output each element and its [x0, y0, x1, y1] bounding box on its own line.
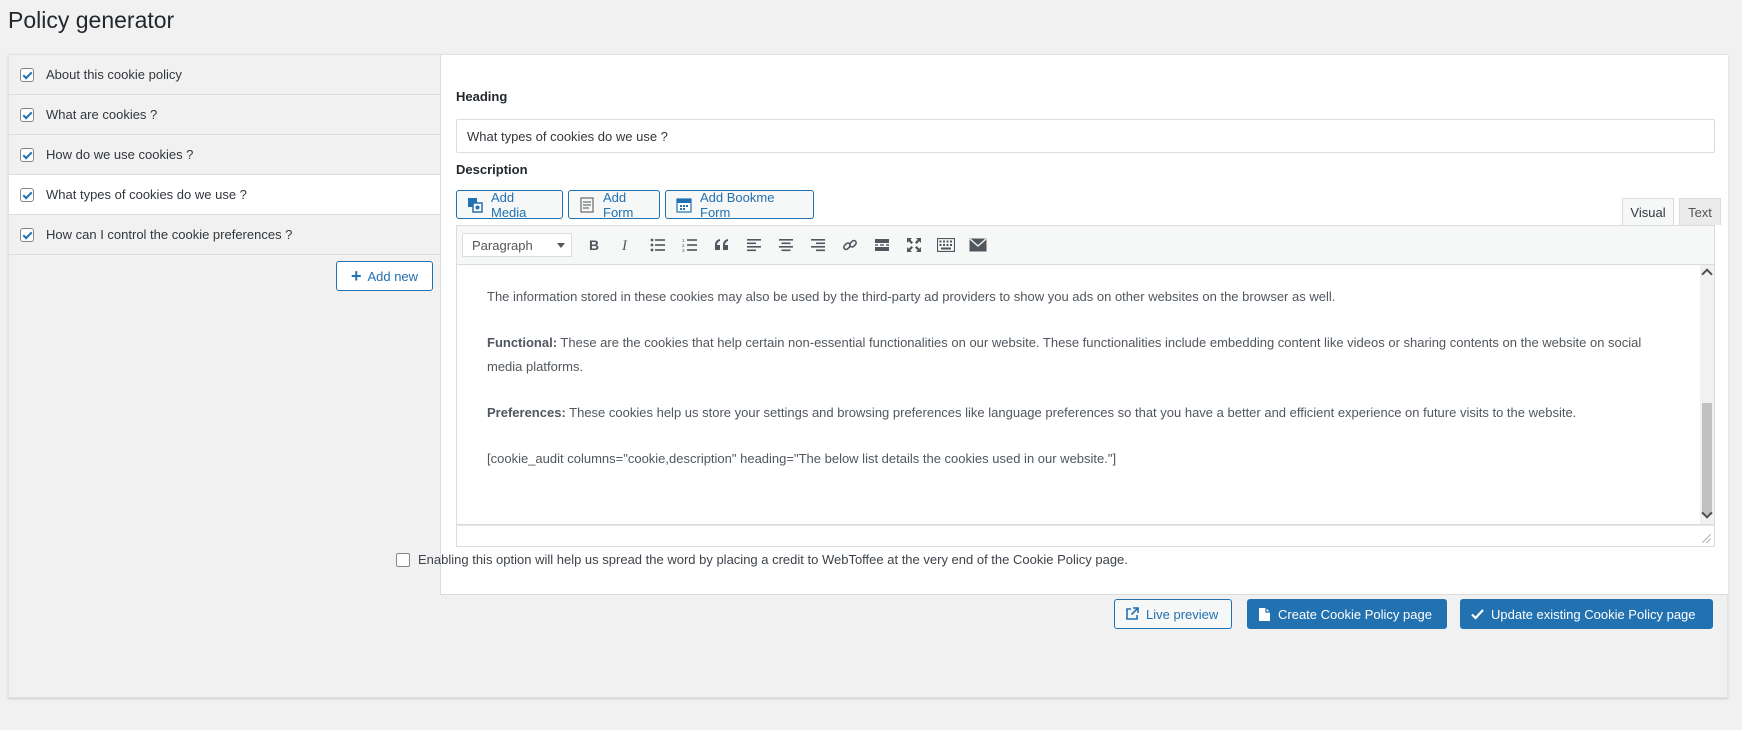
update-page-label: Update existing Cookie Policy page	[1491, 606, 1696, 622]
editor-statusbar	[456, 525, 1715, 547]
credit-checkbox[interactable]	[396, 552, 410, 567]
heading-input-value: What types of cookies do we use ?	[467, 128, 668, 144]
form-icon	[580, 196, 594, 213]
svg-text:3: 3	[682, 248, 685, 252]
format-select[interactable]: Paragraph	[462, 233, 572, 257]
align-left-icon	[747, 239, 761, 252]
live-preview-button[interactable]: Live preview	[1114, 599, 1232, 629]
align-right-button[interactable]	[802, 230, 834, 260]
update-cookie-policy-page-button[interactable]: Update existing Cookie Policy page	[1460, 599, 1713, 629]
plus-icon: +	[350, 266, 362, 286]
page-title: Policy generator	[8, 7, 175, 33]
tab-text[interactable]: Text	[1679, 198, 1721, 225]
sidebar-item-label: What types of cookies do we use ?	[46, 187, 247, 202]
toolbar-toggle-button[interactable]	[930, 230, 962, 260]
sidebar-item-label: About this cookie policy	[46, 67, 182, 82]
resize-handle-icon[interactable]	[1702, 534, 1711, 543]
align-center-button[interactable]	[770, 230, 802, 260]
add-bookme-form-button[interactable]: Add Bookme Form	[665, 189, 814, 220]
fullscreen-button[interactable]	[898, 230, 930, 260]
bullet-list-button[interactable]	[642, 230, 674, 260]
checkmark-icon	[1471, 609, 1484, 620]
align-right-icon	[811, 239, 825, 252]
scroll-up-icon[interactable]	[1701, 268, 1713, 280]
external-link-icon	[1126, 607, 1139, 620]
heading-input[interactable]: What types of cookies do we use ?	[456, 119, 1715, 153]
sidebar-item-about-cookie-policy[interactable]: About this cookie policy	[9, 55, 440, 95]
blockquote-button[interactable]	[706, 230, 738, 260]
credit-option[interactable]: Enabling this option will help us spread…	[396, 552, 1128, 567]
numbered-list-icon: 1 2 3	[682, 238, 697, 252]
scrollbar-thumb[interactable]	[1702, 403, 1712, 515]
read-more-icon	[875, 239, 889, 251]
svg-text:B: B	[589, 238, 599, 252]
editor-bold-text: Functional:	[487, 335, 558, 350]
add-new-button[interactable]: + Add new	[336, 261, 433, 291]
credit-label: Enabling this option will help us spread…	[418, 552, 1128, 567]
italic-button[interactable]: I	[610, 230, 642, 260]
editor-bold-text: Preferences:	[487, 405, 566, 420]
add-bookme-form-label: Add Bookme Form	[700, 189, 775, 220]
heading-label: Heading	[456, 89, 508, 104]
media-icon	[468, 197, 483, 213]
sidebar-item-what-types-of-cookies[interactable]: What types of cookies do we use ?	[9, 175, 440, 215]
bullet-list-icon	[650, 238, 665, 252]
editor-paragraph: Functional: These are the cookies that h…	[487, 331, 1677, 379]
italic-icon: I	[621, 238, 628, 252]
create-page-label: Create Cookie Policy page	[1278, 606, 1432, 622]
sidebar-item-label: How can I control the cookie preferences…	[46, 227, 293, 242]
fullscreen-icon	[907, 238, 921, 252]
editor-content: The information stored in these cookies …	[487, 285, 1677, 493]
insert-link-button[interactable]	[834, 230, 866, 260]
editor-toolbar: Paragraph B I 1 2 3	[456, 225, 1715, 265]
policy-generator-panel: About this cookie policy What are cookie…	[8, 54, 1728, 698]
add-media-button[interactable]: Add Media	[456, 189, 563, 220]
svg-text:I: I	[621, 238, 628, 252]
sidebar-item-how-do-we-use-cookies[interactable]: How do we use cookies ?	[9, 135, 440, 175]
calendar-icon	[676, 197, 692, 213]
align-left-button[interactable]	[738, 230, 770, 260]
section-sidebar: About this cookie policy What are cookie…	[9, 55, 440, 697]
envelope-icon	[969, 238, 987, 252]
checkbox-icon[interactable]	[20, 67, 34, 82]
sidebar-item-control-cookie-preferences[interactable]: How can I control the cookie preferences…	[9, 215, 440, 255]
quote-icon	[715, 239, 728, 250]
keyboard-icon	[937, 238, 955, 252]
sidebar-item-label: How do we use cookies ?	[46, 147, 194, 162]
editor-paragraph: The information stored in these cookies …	[487, 289, 1336, 304]
editor-text: These are the cookies that help certain …	[487, 335, 1642, 374]
align-center-icon	[779, 239, 793, 252]
bold-button[interactable]: B	[578, 230, 610, 260]
add-new-label: Add new	[367, 268, 419, 284]
editor-paragraph: [cookie_audit columns="cookie,descriptio…	[487, 451, 1117, 466]
add-media-label: Add Media	[491, 189, 527, 220]
sidebar-item-label: What are cookies ?	[46, 107, 158, 122]
checkbox-icon[interactable]	[20, 187, 34, 202]
checkbox-icon[interactable]	[20, 227, 34, 242]
live-preview-label: Live preview	[1146, 606, 1219, 622]
editor-content-area[interactable]: The information stored in these cookies …	[456, 265, 1715, 525]
chevron-down-icon	[557, 242, 565, 248]
link-icon	[843, 239, 857, 251]
checkbox-icon[interactable]	[20, 147, 34, 162]
editor-scrollbar[interactable]	[1700, 265, 1714, 524]
section-editor: Heading What types of cookies do we use …	[440, 55, 1728, 595]
page-icon	[1259, 607, 1270, 621]
sidebar-item-what-are-cookies[interactable]: What are cookies ?	[9, 95, 440, 135]
insert-email-button[interactable]	[962, 230, 994, 260]
bold-icon: B	[589, 238, 599, 252]
add-form-button[interactable]: Add Form	[568, 189, 660, 220]
numbered-list-button[interactable]: 1 2 3	[674, 230, 706, 260]
create-cookie-policy-page-button[interactable]: Create Cookie Policy page	[1247, 599, 1447, 629]
description-label: Description	[456, 162, 528, 177]
add-form-label: Add Form	[603, 189, 634, 220]
read-more-button[interactable]	[866, 230, 898, 260]
editor-text: These cookies help us store your setting…	[565, 405, 1577, 420]
checkbox-icon[interactable]	[20, 107, 34, 122]
tab-visual[interactable]: Visual	[1622, 198, 1674, 225]
format-select-value: Paragraph	[472, 237, 533, 253]
editor-paragraph: Preferences: These cookies help us store…	[487, 401, 1677, 425]
